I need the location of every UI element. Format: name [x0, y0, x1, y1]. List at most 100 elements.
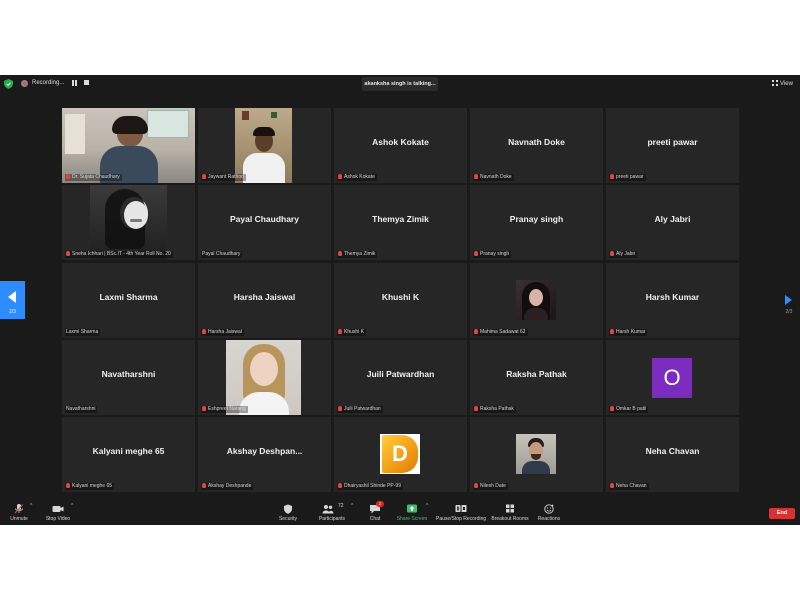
participant-tile[interactable]: Themya Zimik Themya Zimik — [334, 185, 467, 260]
participant-name: Kalyani meghe 65 — [92, 446, 165, 456]
stop-video-button[interactable]: Stop Video — [42, 503, 74, 524]
participant-name: preeti pawar — [647, 137, 698, 147]
participant-label: Raksha Pathak — [473, 406, 516, 413]
participant-tile[interactable]: Ashok Kokate Ashok Kokate — [334, 108, 467, 183]
participant-avatar — [516, 280, 556, 320]
view-button[interactable]: View — [772, 78, 793, 90]
participant-tile[interactable]: Dr. Sujata Chaudhary — [62, 108, 195, 183]
participant-video — [226, 340, 301, 415]
participant-label: Pranay singh — [473, 251, 512, 258]
audio-options-caret[interactable]: ^ — [30, 503, 32, 509]
next-page-button[interactable]: 2/3 — [780, 281, 798, 319]
participant-video — [62, 108, 195, 183]
participant-tile[interactable]: Nilesh Date — [470, 417, 603, 492]
shield-icon[interactable] — [4, 79, 13, 89]
participant-tile[interactable]: Payal Chaudhary Payal Chaudhary — [198, 185, 331, 260]
participant-name: Ashok Kokate — [372, 137, 429, 147]
participant-label: Mahima Sadawat 62 — [473, 329, 528, 336]
participant-label: Khushi K — [337, 329, 367, 336]
meeting-toolbar: Unmute ^ Stop Video ^ Security 72 Partic… — [0, 500, 800, 525]
top-bar: Recording... akanksha singh is talking..… — [0, 75, 800, 93]
participants-icon — [322, 505, 334, 514]
recording-icon — [21, 80, 28, 87]
participant-label: Omkar B patil — [609, 406, 649, 413]
participant-tile[interactable]: Pranay singh Pranay singh — [470, 185, 603, 260]
participant-label: Akshay Deshpande — [201, 483, 254, 490]
participant-tile[interactable]: Mahima Sadawat 62 — [470, 263, 603, 338]
participant-name: Laxmi Sharma — [99, 292, 158, 302]
participants-label: Participants — [318, 516, 346, 522]
participant-label: Juili Patwardhan — [337, 406, 383, 413]
participant-label: Sneha Ichhari | BSc.IT - 4th Year Roll N… — [65, 251, 173, 258]
mic-muted-icon — [14, 504, 24, 514]
participant-tile[interactable]: O Omkar B patil — [606, 340, 739, 415]
participant-tile[interactable]: Juili Patwardhan Juili Patwardhan — [334, 340, 467, 415]
share-options-caret[interactable]: ^ — [426, 503, 428, 509]
end-meeting-button[interactable]: End — [769, 508, 795, 519]
share-screen-icon — [407, 504, 417, 513]
participant-avatar-letter: O — [652, 358, 692, 398]
participant-label: Laxmi Sharma — [65, 329, 101, 336]
participant-label: Dr. Sujata Chaudhary — [65, 174, 122, 181]
participant-tile[interactable]: Akshay Deshpan... Akshay Deshpande — [198, 417, 331, 492]
participant-tile[interactable]: preeti pawar preeti pawar — [606, 108, 739, 183]
participant-avatar: D — [380, 434, 420, 474]
reactions-button[interactable]: Reactions — [534, 503, 564, 524]
security-button[interactable]: Security — [274, 503, 302, 524]
participants-button[interactable]: 72 Participants — [314, 503, 350, 524]
breakout-rooms-button[interactable]: Breakout Rooms — [490, 503, 530, 524]
mic-muted-icon — [66, 174, 70, 180]
mic-muted-icon — [610, 251, 614, 257]
participant-tile[interactable]: Eshpreet Narang — [198, 340, 331, 415]
participant-tile[interactable]: Jaywant Rathod — [198, 108, 331, 183]
participant-tile[interactable]: Kalyani meghe 65 Kalyani meghe 65 — [62, 417, 195, 492]
zoom-meeting-window: Recording... akanksha singh is talking..… — [0, 75, 800, 525]
participants-options-caret[interactable]: ^ — [351, 503, 353, 509]
mic-muted-icon — [474, 406, 478, 412]
participant-tile[interactable]: Neha Chavan Neha Chavan — [606, 417, 739, 492]
grid-view-icon — [772, 80, 778, 87]
pause-stop-icon — [455, 505, 467, 512]
participant-label: Navatharshni — [65, 406, 98, 413]
stop-video-label: Stop Video — [45, 516, 71, 522]
mic-muted-icon — [202, 406, 206, 412]
participant-tile[interactable]: Aly Jabri Aly Jabri — [606, 185, 739, 260]
video-options-caret[interactable]: ^ — [71, 503, 73, 509]
active-speaker-banner: akanksha singh is talking... — [362, 77, 438, 91]
pause-stop-recording-button[interactable]: Pause/Stop Recording — [436, 503, 486, 524]
mic-muted-icon — [610, 406, 614, 412]
avatar-letter: D — [392, 441, 408, 466]
mic-muted-icon — [338, 174, 342, 180]
participant-tile[interactable]: Khushi K Khushi K — [334, 263, 467, 338]
share-screen-button[interactable]: Share Screen — [396, 503, 428, 524]
participant-name: Themya Zimik — [372, 214, 429, 224]
pause-recording-icon[interactable] — [72, 80, 78, 86]
participant-tile[interactable]: Laxmi Sharma Laxmi Sharma — [62, 263, 195, 338]
participant-name: Neha Chavan — [645, 446, 700, 456]
unmute-label: Unmute — [10, 516, 28, 522]
participant-tile[interactable]: Navatharshni Navatharshni — [62, 340, 195, 415]
participant-tile[interactable]: D Dhairyashil Shinde PP-99 — [334, 417, 467, 492]
mic-muted-icon — [474, 329, 478, 335]
stop-recording-icon[interactable] — [84, 80, 89, 85]
participant-tile[interactable]: Sneha Ichhari | BSc.IT - 4th Year Roll N… — [62, 185, 195, 260]
participant-tile[interactable]: Raksha Pathak Raksha Pathak — [470, 340, 603, 415]
mic-muted-icon — [338, 406, 342, 412]
participant-label: Aly Jabri — [609, 251, 638, 258]
view-label: View — [780, 81, 793, 87]
video-camera-icon — [52, 506, 64, 512]
participant-label: preeti pawar — [609, 174, 646, 181]
previous-page-button[interactable]: 2/3 — [0, 281, 25, 319]
chat-button[interactable]: 2 Chat — [363, 501, 387, 524]
participant-name: Payal Chaudhary — [230, 214, 299, 224]
mic-muted-icon — [610, 174, 614, 180]
page-indicator-right: 2/3 — [785, 309, 793, 315]
participant-tile[interactable]: Navnath Doke Navnath Doke — [470, 108, 603, 183]
mic-muted-icon — [610, 329, 614, 335]
participant-label: Dhairyashil Shinde PP-99 — [337, 483, 403, 490]
chat-label: Chat — [369, 516, 381, 522]
participant-tile[interactable]: Harsha Jaiswal Harsha Jaiswal — [198, 263, 331, 338]
participant-tile[interactable]: Harsh Kumar Harsh Kumar — [606, 263, 739, 338]
breakout-rooms-icon — [506, 504, 514, 513]
participant-video — [235, 108, 292, 183]
